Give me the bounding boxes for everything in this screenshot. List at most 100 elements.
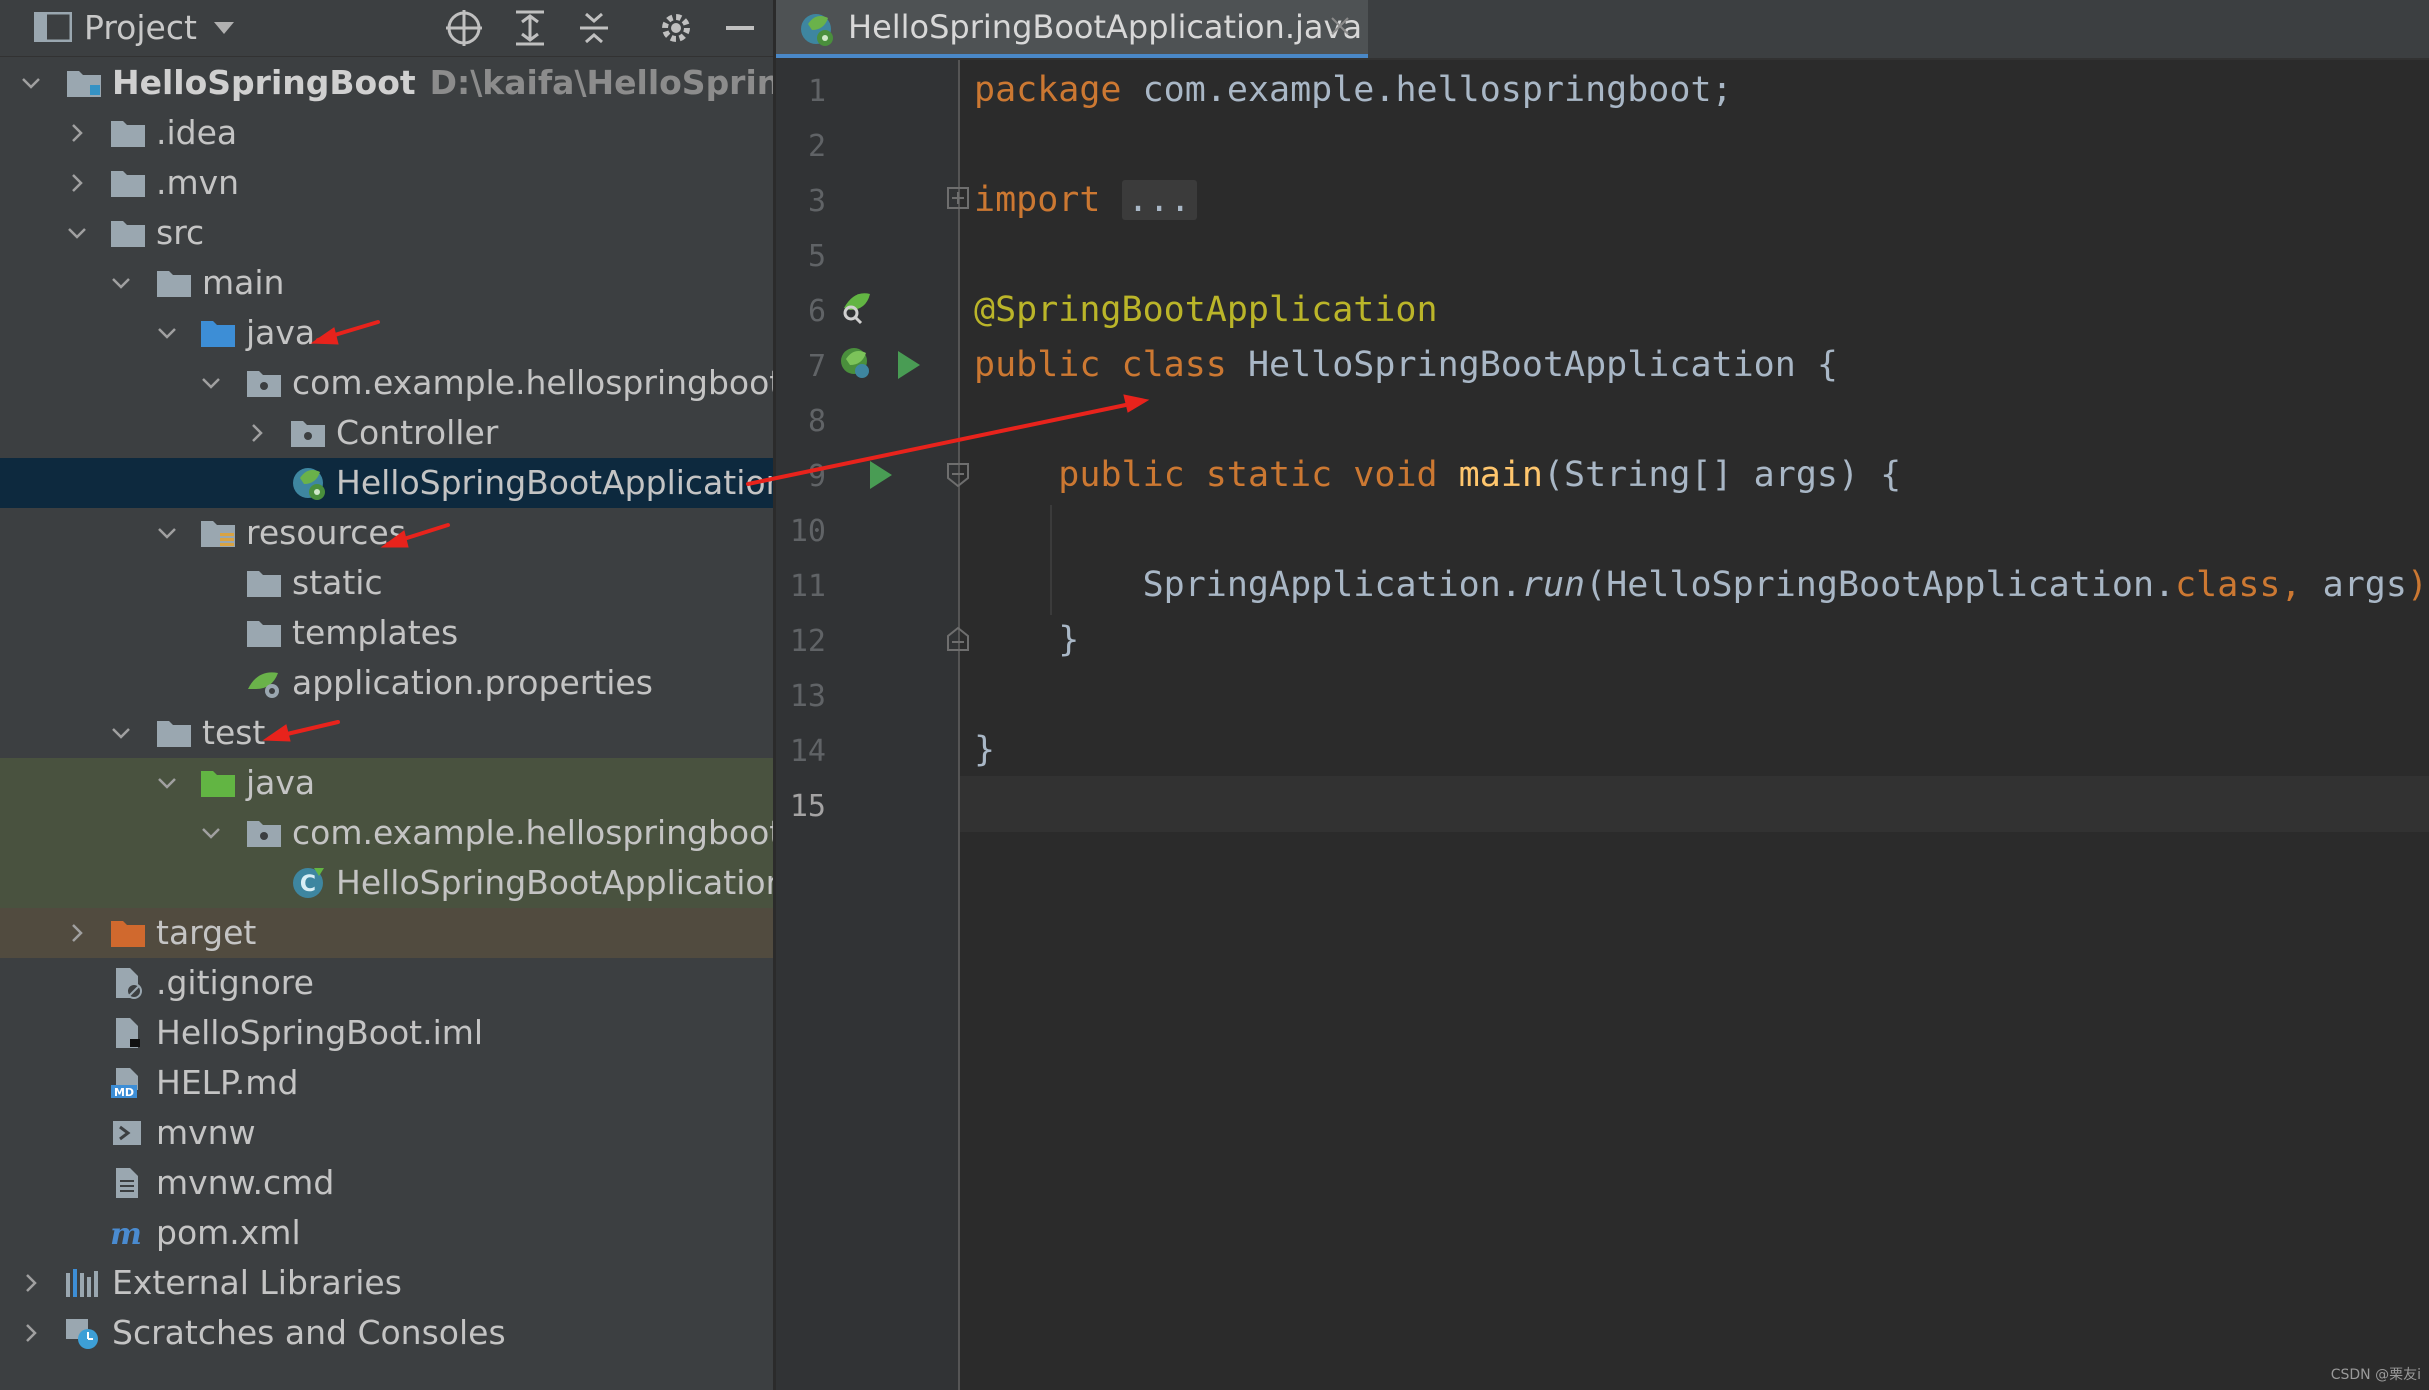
chevron-right-icon[interactable]: [246, 422, 268, 444]
tree-item-package[interactable]: com.example.hellospringboot: [0, 358, 773, 408]
line-number: 12: [789, 624, 826, 659]
package-icon: [247, 821, 281, 847]
chevron-down-icon[interactable]: [20, 72, 42, 94]
line-number: 2: [807, 129, 826, 164]
chevron-down-icon[interactable]: [156, 522, 178, 544]
line-number: 5: [807, 239, 826, 274]
tree-item-idea[interactable]: .idea: [0, 108, 773, 158]
tree-item-src[interactable]: src: [0, 208, 773, 258]
tree-item-label: HelloSpringBootD:\kaifa\HelloSpringBoot: [112, 63, 773, 102]
fold-expand-icon[interactable]: [946, 186, 970, 210]
tree-item-label: main: [202, 263, 285, 302]
tree-item-controller[interactable]: Controller: [0, 408, 773, 458]
tree-item-help-md[interactable]: MD HELP.md: [0, 1058, 773, 1108]
tree-item-test-package[interactable]: com.example.hellospringboot: [0, 808, 773, 858]
current-line-highlight: [960, 776, 2429, 832]
chevron-down-icon[interactable]: [156, 322, 178, 344]
expand-all-icon[interactable]: [510, 8, 550, 48]
chevron-down-icon[interactable]: [110, 272, 132, 294]
code-line-1[interactable]: package com.example.hellospringboot;: [974, 70, 1733, 110]
tree-item-label: HelloSpringBoot.iml: [156, 1013, 484, 1052]
chevron-right-icon[interactable]: [66, 172, 88, 194]
editor-tab-label: HelloSpringBootApplication.java: [848, 8, 1363, 46]
chevron-down-icon[interactable]: [110, 722, 132, 744]
maven-icon: m: [110, 1217, 142, 1249]
tree-item-static[interactable]: static: [0, 558, 773, 608]
code-line-11[interactable]: SpringApplication.run(HelloSpringBootApp…: [974, 565, 2429, 605]
spring-boot-class-icon: [293, 468, 325, 500]
tree-item-test-class[interactable]: C HelloSpringBootApplicationTes: [0, 858, 773, 908]
tree-item-label: External Libraries: [112, 1263, 402, 1302]
tree-item-mvn[interactable]: .mvn: [0, 158, 773, 208]
scratches-icon: [66, 1319, 98, 1349]
folded-imports[interactable]: ...: [1121, 180, 1197, 220]
line-number: 8: [807, 404, 826, 439]
code-editor: HelloSpringBootApplication.java 1 2 3 5 …: [776, 0, 2429, 1390]
fold-collapse-icon[interactable]: [946, 462, 970, 488]
tree-item-scratches[interactable]: Scratches and Consoles: [0, 1308, 773, 1358]
module-folder-icon: [67, 71, 101, 97]
close-icon[interactable]: [1328, 14, 1352, 38]
tree-item-mvnw-cmd[interactable]: mvnw.cmd: [0, 1158, 773, 1208]
package-icon: [247, 371, 281, 397]
chevron-right-icon[interactable]: [20, 1322, 42, 1344]
package-icon: [291, 421, 325, 447]
tree-item-templates[interactable]: templates: [0, 608, 773, 658]
tree-item-test[interactable]: test: [0, 708, 773, 758]
tree-item-iml[interactable]: HelloSpringBoot.iml: [0, 1008, 773, 1058]
class-icon: C: [293, 868, 324, 898]
tree-item-target[interactable]: target: [0, 908, 773, 958]
chevron-right-icon[interactable]: [66, 122, 88, 144]
tree-item-java-source[interactable]: java: [0, 308, 773, 358]
run-icon[interactable]: [862, 457, 898, 493]
tree-item-label: HelloSpringBootApplication: [336, 463, 773, 502]
project-panel-title[interactable]: Project: [84, 8, 197, 48]
spring-bean-search-icon[interactable]: [838, 290, 874, 326]
tree-item-pom-xml[interactable]: m pom.xml: [0, 1208, 773, 1258]
tree-item-label: .mvn: [156, 163, 240, 202]
project-panel-header: Project: [0, 0, 773, 57]
line-number: 14: [789, 734, 826, 769]
tree-item-label: java: [246, 763, 316, 802]
tree-item-hellospringbootapplication[interactable]: HelloSpringBootApplication: [0, 458, 773, 508]
collapse-all-icon[interactable]: [574, 8, 614, 48]
code-line-12[interactable]: }: [974, 620, 1079, 660]
chevron-down-icon[interactable]: [214, 22, 234, 34]
hide-panel-icon[interactable]: [720, 8, 760, 48]
run-icon[interactable]: [890, 347, 926, 383]
folder-icon: [111, 121, 145, 147]
chevron-down-icon[interactable]: [200, 822, 222, 844]
chevron-right-icon[interactable]: [20, 1272, 42, 1294]
tree-item-application-properties[interactable]: application.properties: [0, 658, 773, 708]
code-line-7[interactable]: public class HelloSpringBootApplication …: [974, 345, 1838, 385]
module-file-icon: [116, 1018, 140, 1048]
code-line-14[interactable]: }: [974, 730, 995, 770]
tree-item-gitignore[interactable]: .gitignore: [0, 958, 773, 1008]
fold-end-icon[interactable]: [946, 626, 970, 652]
tree-item-label: .gitignore: [156, 963, 314, 1002]
tree-item-java-test[interactable]: java: [0, 758, 773, 808]
spring-properties-icon: [248, 672, 279, 698]
folder-icon: [111, 171, 145, 197]
tree-item-resources[interactable]: resources: [0, 508, 773, 558]
chevron-down-icon[interactable]: [156, 772, 178, 794]
chevron-down-icon[interactable]: [66, 222, 88, 244]
tree-item-main[interactable]: main: [0, 258, 773, 308]
gear-icon[interactable]: [656, 8, 696, 48]
tree-item-label: mvnw.cmd: [156, 1163, 335, 1202]
line-number: 3: [807, 184, 826, 219]
tree-item-label: resources: [246, 513, 406, 552]
locate-file-icon[interactable]: [444, 8, 484, 48]
test-folder-icon: [201, 771, 235, 797]
folder-icon: [247, 621, 281, 647]
spring-boot-gutter-icon[interactable]: [838, 345, 874, 381]
code-line-6[interactable]: @SpringBootApplication: [974, 290, 1438, 330]
chevron-down-icon[interactable]: [200, 372, 222, 394]
tree-item-external-libraries[interactable]: External Libraries: [0, 1258, 773, 1308]
editor-tab[interactable]: HelloSpringBootApplication.java: [776, 0, 1368, 58]
tree-item-mvnw[interactable]: mvnw: [0, 1108, 773, 1158]
chevron-right-icon[interactable]: [66, 922, 88, 944]
tree-item-hellospringboot[interactable]: HelloSpringBootD:\kaifa\HelloSpringBoot: [0, 58, 773, 108]
code-line-9[interactable]: public static void main(String[] args) {: [974, 455, 1901, 495]
code-line-3[interactable]: import ...: [974, 180, 1197, 220]
